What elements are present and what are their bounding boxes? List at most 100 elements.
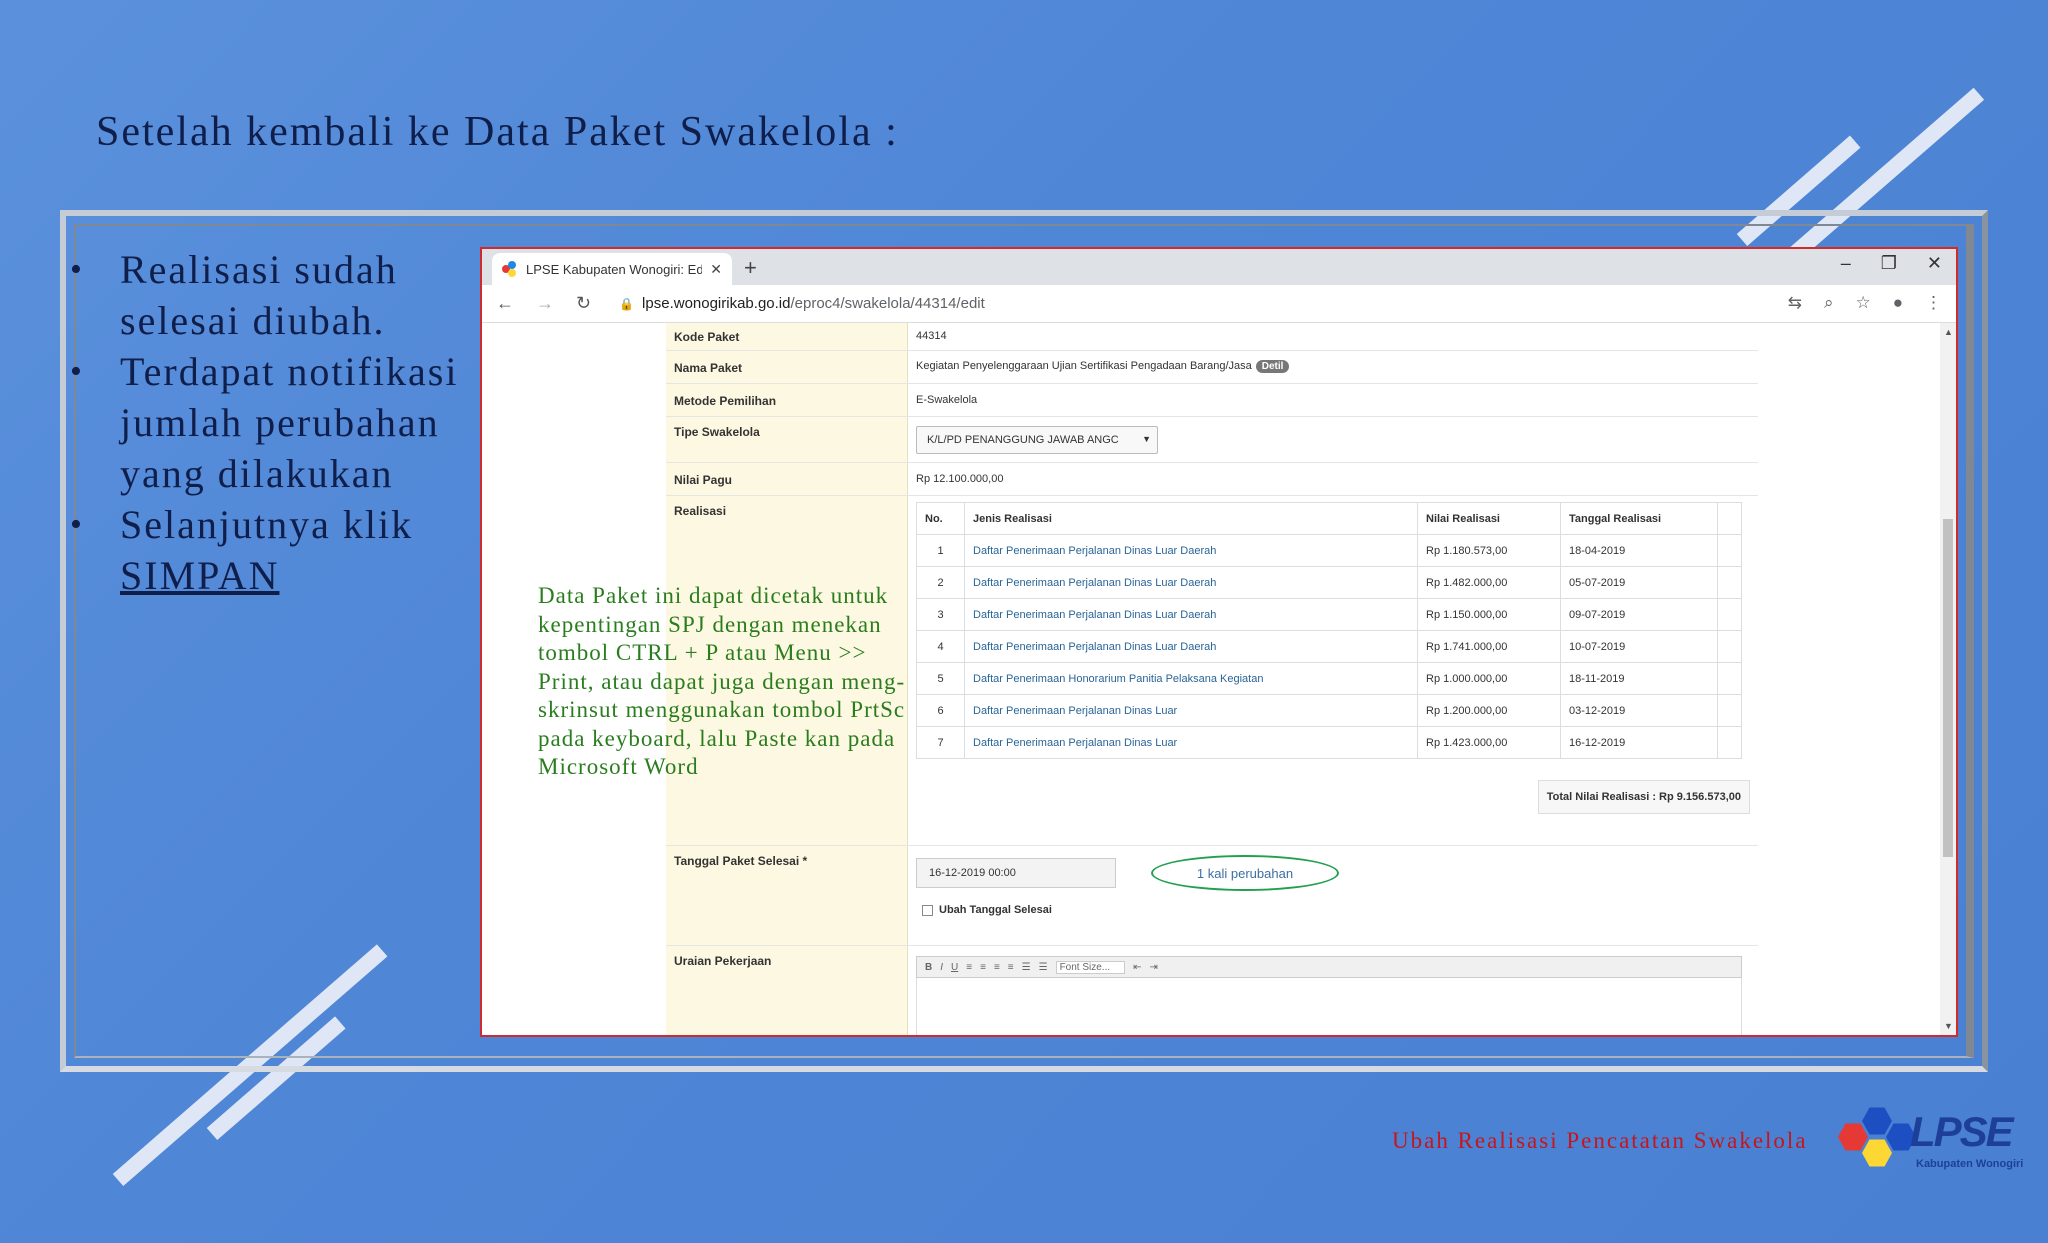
tanggal-selesai-input[interactable]: 16-12-2019 00:00 [916,858,1116,888]
close-tab-icon[interactable]: ✕ [710,261,722,278]
translate-icon[interactable]: ⇆ [1788,293,1802,313]
browser-tab[interactable]: LPSE Kabupaten Wonogiri: Edit P ✕ [492,253,732,285]
slide-title: Setelah kembali ke Data Paket Swakelola … [96,109,899,155]
reload-icon[interactable]: ↻ [576,293,591,314]
forward-arrow-icon[interactable]: → [536,293,554,314]
tab-bar: LPSE Kabupaten Wonogiri: Edit P ✕ + – ❐ … [482,249,1956,285]
editor-toolbar: B I U ≡ ≡ ≡ ≡ ☰ ☰ Font Size... ⇤ ⇥ [916,956,1742,978]
table-row: 5 Daftar Penerimaan Honorarium Panitia Pe… [916,662,1742,695]
align-left-icon[interactable]: ≡ [966,962,972,973]
minimize-icon[interactable]: – [1841,253,1851,274]
print-annotation: Data Paket ini dapat dicetak untuk kepen… [538,583,906,779]
restore-icon[interactable]: ❐ [1881,253,1897,274]
realisasi-link[interactable]: Daftar Penerimaan Perjalanan Dinas Luar … [964,566,1418,599]
col-header: Jenis Realisasi [964,502,1418,535]
bullet-list: Realisasi sudah selesai diubah. Terdapat… [70,244,470,601]
new-tab-icon[interactable]: + [744,255,757,281]
bullet-prefix: Selanjutnya klik [120,502,414,547]
menu-dots-icon[interactable]: ⋮ [1925,293,1942,313]
field-label: Uraian Pekerjaan [674,954,772,968]
logo-hex-icon [1862,1107,1892,1135]
field-label: Tanggal Paket Selesai * [674,854,808,868]
total-realisasi: Total Nilai Realisasi : Rp 9.156.573,00 [1537,780,1750,814]
lpse-logo: LPSE Kabupaten Wonogiri [1838,1100,2028,1178]
italic-icon[interactable]: I [940,962,943,973]
lock-icon: 🔒 [619,296,635,311]
nama-paket-value: Kegiatan Penyelenggaraan Ujian Sertifika… [916,360,1290,373]
bold-icon[interactable]: B [925,962,932,973]
col-header: Nilai Realisasi [1417,502,1561,535]
star-icon[interactable]: ☆ [1855,293,1870,313]
realisasi-link[interactable]: Daftar Penerimaan Honorarium Panitia Pel… [964,662,1418,695]
align-center-icon[interactable]: ≡ [980,962,986,973]
bullet-item: Terdapat notifikasi jumlah perubahan yan… [70,346,470,499]
logo-hex-icon [1862,1139,1892,1167]
perubahan-notification: 1 kali perubahan [1151,855,1339,891]
kode-paket-value: 44314 [916,330,947,342]
table-row: 6 Daftar Penerimaan Perjalanan Dinas Luar… [916,694,1742,727]
back-arrow-icon[interactable]: ← [496,293,514,314]
row-metode: Metode Pemilihan E-Swakelola [666,384,1758,417]
row-nama-paket: Nama Paket Kegiatan Penyelenggaraan Ujia… [666,351,1758,384]
simpan-link[interactable]: SIMPAN [120,553,279,598]
realisasi-link[interactable]: Daftar Penerimaan Perjalanan Dinas Luar [964,726,1418,759]
realisasi-link[interactable]: Daftar Penerimaan Perjalanan Dinas Luar … [964,534,1418,567]
align-right-icon[interactable]: ≡ [994,962,1000,973]
bullet-item: Selanjutnya klik SIMPAN [70,499,470,601]
font-size-select[interactable]: Font Size... [1055,960,1126,974]
realisasi-link[interactable]: Daftar Penerimaan Perjalanan Dinas Luar … [964,598,1418,631]
account-icon[interactable]: ● [1893,293,1903,313]
window-controls: – ❐ ✕ [1841,253,1942,274]
field-label: Nilai Pagu [674,473,733,487]
realisasi-table: No. Jenis Realisasi Nilai Realisasi Tang… [916,502,1742,759]
realisasi-link[interactable]: Daftar Penerimaan Perjalanan Dinas Luar [964,694,1418,727]
field-label: Tipe Swakelola [674,425,760,439]
detil-badge[interactable]: Detil [1255,360,1290,373]
toolbar-actions: ⇆ ⌕ ☆ ● ⋮ [1788,293,1942,313]
row-tanggal-selesai: Tanggal Paket Selesai * 16-12-2019 00:00… [666,846,1758,946]
field-label: Realisasi [674,504,727,518]
row-uraian: Uraian Pekerjaan B I U ≡ ≡ ≡ ≡ ☰ ☰ Font … [666,946,1758,1035]
table-row: 4 Daftar Penerimaan Perjalanan Dinas Luar… [916,630,1742,663]
zoom-icon[interactable]: ⌕ [1824,293,1834,313]
pagu-value: Rp 12.100.000,00 [916,473,1004,485]
chevron-down-icon: ▼ [1142,434,1151,444]
table-row: 7 Daftar Penerimaan Perjalanan Dinas Luar… [916,726,1742,759]
ubah-tanggal-checkbox[interactable]: Ubah Tanggal Selesai [922,904,1052,916]
row-tipe-swakelola: Tipe Swakelola K/L/PD PENANGGUNG JAWAB A… [666,417,1758,463]
uraian-editor[interactable] [916,978,1742,1035]
bullet-item: Realisasi sudah selesai diubah. [70,244,470,346]
page-scrollbar[interactable]: ▲ ▼ [1940,323,1956,1035]
close-window-icon[interactable]: ✕ [1927,253,1942,274]
scroll-down-icon[interactable]: ▼ [1944,1021,1953,1031]
align-justify-icon[interactable]: ≡ [1008,962,1014,973]
table-row: 3 Daftar Penerimaan Perjalanan Dinas Luar… [916,598,1742,631]
field-label: Kode Paket [674,330,740,344]
lpse-favicon-icon [502,261,518,277]
underline-icon[interactable]: U [951,962,958,973]
table-row: 2 Daftar Penerimaan Perjalanan Dinas Luar… [916,566,1742,599]
scroll-thumb[interactable] [1943,519,1953,857]
url-host: lpse.wonogirikab.go.id [642,295,791,312]
metode-value: E-Swakelola [916,394,978,406]
tipe-swakelola-select[interactable]: K/L/PD PENANGGUNG JAWAB ANGC ▼ [916,426,1158,454]
numbered-list-icon[interactable]: ☰ [1039,962,1048,973]
table-header-row: No. Jenis Realisasi Nilai Realisasi Tang… [916,502,1742,535]
logo-subtitle: Kabupaten Wonogiri [1916,1158,2024,1170]
row-nilai-pagu: Nilai Pagu Rp 12.100.000,00 [666,463,1758,496]
realisasi-link[interactable]: Daftar Penerimaan Perjalanan Dinas Luar … [964,630,1418,663]
logo-text: LPSE [1910,1108,2014,1155]
indent-icon[interactable]: ⇥ [1150,962,1158,973]
scroll-up-icon[interactable]: ▲ [1944,327,1953,337]
list-icon[interactable]: ☰ [1022,962,1031,973]
outdent-icon[interactable]: ⇤ [1133,962,1141,973]
address-bar[interactable]: 🔒 lpse.wonogirikab.go.id/eproc4/swakelol… [619,295,985,312]
footer-caption: Ubah Realisasi Pencatatan Swakelola [1392,1128,1808,1153]
table-row: 1 Daftar Penerimaan Perjalanan Dinas Luar… [916,534,1742,567]
col-header: Tanggal Realisasi [1560,502,1718,535]
field-label: Metode Pemilihan [674,394,777,408]
browser-toolbar: ← → ↻ 🔒 lpse.wonogirikab.go.id/eproc4/sw… [482,285,1956,323]
url-path: /eproc4/swakelola/44314/edit [790,295,985,312]
row-kode-paket: Kode Paket 44314 [666,323,1758,351]
field-label: Nama Paket [674,361,743,375]
